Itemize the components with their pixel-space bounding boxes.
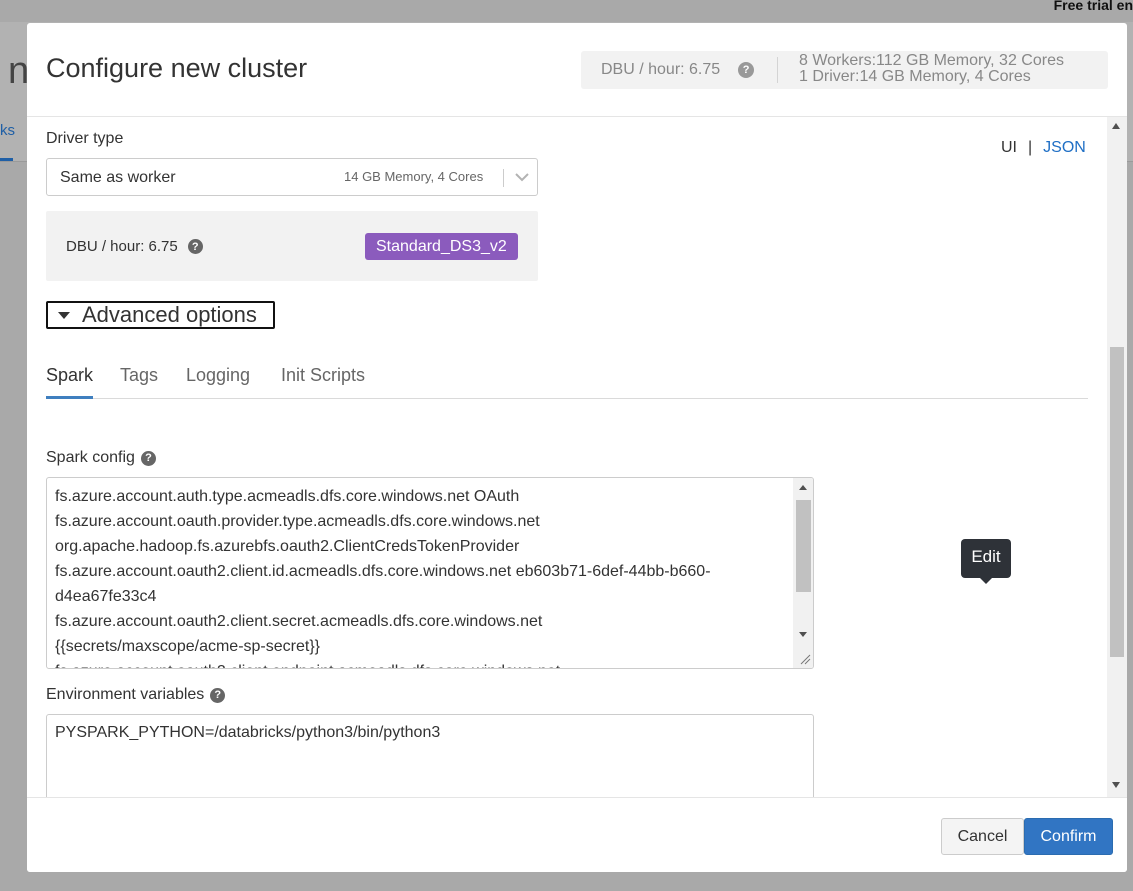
spark-config-line: fs.azure.account.oauth2.client.secret.ac… xyxy=(55,613,543,630)
summary-dbu-text: DBU / hour: 6.75 xyxy=(601,61,721,78)
chevron-down-icon[interactable] xyxy=(513,168,531,186)
background-nav-link: ks xyxy=(0,122,15,139)
spark-config-line: org.apache.hadoop.fs.azurebfs.oauth2.Cli… xyxy=(55,538,520,555)
resize-grip-icon[interactable] xyxy=(799,653,811,665)
spark-config-line: fs.azure.account.oauth.provider.type.acm… xyxy=(55,513,540,530)
help-icon[interactable]: ? xyxy=(187,239,203,254)
spark-config-line: fs.azure.account.oauth2.client.id.acmead… xyxy=(55,563,711,580)
tab-logging[interactable]: Logging xyxy=(186,365,250,399)
spark-config-textarea[interactable]: fs.azure.account.auth.type.acmeadls.dfs.… xyxy=(46,477,814,669)
modal-body: Driver type UI | JSON Same as worker 14 GB… xyxy=(27,117,1127,797)
scroll-up-icon[interactable] xyxy=(1112,123,1120,129)
tab-tags[interactable]: Tags xyxy=(120,365,158,399)
environment-variables-label-text: Environment variables xyxy=(46,686,205,703)
scroll-down-icon[interactable] xyxy=(799,632,807,637)
cluster-summary: DBU / hour: 6.75 ? 8 Workers:112 GB Memo… xyxy=(581,51,1108,89)
free-trial-banner: Free trial en xyxy=(1053,0,1133,13)
background-title-fragment: n xyxy=(8,50,30,92)
spark-config-line: fs.azure.account.auth.type.acmeadls.dfs.… xyxy=(55,488,520,505)
help-icon[interactable]: ? xyxy=(140,450,156,466)
cancel-button[interactable]: Cancel xyxy=(941,818,1024,855)
driver-dbu-text: DBU / hour: 6.75 xyxy=(66,238,178,255)
confirm-button[interactable]: Confirm xyxy=(1024,818,1113,855)
tab-init-scripts[interactable]: Init Scripts xyxy=(281,365,365,399)
view-toggle: UI | JSON xyxy=(1001,139,1086,157)
driver-type-select[interactable]: Same as worker 14 GB Memory, 4 Cores xyxy=(46,158,538,196)
edit-tooltip: Edit xyxy=(961,539,1011,584)
advanced-options-toggle[interactable]: Advanced options xyxy=(46,301,275,329)
environment-variables-label: Environment variables ? xyxy=(46,686,226,704)
tab-spark[interactable]: Spark xyxy=(46,365,94,399)
driver-type-label: Driver type xyxy=(46,130,124,147)
help-icon[interactable]: ? xyxy=(210,687,226,703)
scroll-down-icon[interactable] xyxy=(1112,782,1120,788)
modal-title: Configure new cluster xyxy=(46,53,308,83)
advanced-tabs: Spark Tags Logging Init Scripts xyxy=(46,365,1088,399)
spark-config-content: fs.azure.account.auth.type.acmeadls.dfs.… xyxy=(55,484,790,668)
scroll-up-icon[interactable] xyxy=(799,485,807,490)
environment-variables-value: PYSPARK_PYTHON=/databricks/python3/bin/p… xyxy=(55,724,441,741)
modal-footer: Cancel Confirm xyxy=(27,797,1127,872)
json-view-link[interactable]: JSON xyxy=(1043,139,1086,156)
summary-driver: 1 Driver:14 GB Memory, 4 Cores xyxy=(799,68,1031,85)
spark-config-label-text: Spark config xyxy=(46,449,135,466)
driver-type-value: Same as worker xyxy=(60,169,176,186)
background-nav-underline xyxy=(0,158,13,161)
driver-dbu: DBU / hour: 6.75 ? xyxy=(66,238,203,255)
advanced-options-label: Advanced options xyxy=(82,302,257,327)
summary-workers: 8 Workers:112 GB Memory, 32 Cores xyxy=(799,52,1064,69)
driver-dbu-panel: DBU / hour: 6.75 ? Standard_DS3_v2 xyxy=(46,211,538,281)
configure-cluster-modal: Configure new cluster DBU / hour: 6.75 ?… xyxy=(27,23,1127,872)
modal-scroll-thumb[interactable] xyxy=(1110,347,1124,657)
spark-config-label: Spark config ? xyxy=(46,449,156,467)
background-topbar: Free trial en xyxy=(0,0,1133,22)
spark-config-scroll-thumb[interactable] xyxy=(796,500,811,592)
spark-config-line: {{secrets/maxscope/acme-sp-secret}} xyxy=(55,638,321,655)
ui-view-link[interactable]: UI xyxy=(1001,139,1017,156)
modal-header: Configure new cluster DBU / hour: 6.75 ?… xyxy=(27,23,1127,117)
driver-type-hint: 14 GB Memory, 4 Cores xyxy=(344,169,484,184)
help-icon[interactable]: ? xyxy=(738,62,755,78)
summary-resources: 8 Workers:112 GB Memory, 32 Cores 1 Driv… xyxy=(799,53,1064,85)
instance-type-badge: Standard_DS3_v2 xyxy=(365,233,518,260)
environment-variables-textarea[interactable]: PYSPARK_PYTHON=/databricks/python3/bin/p… xyxy=(46,714,814,797)
summary-divider xyxy=(777,57,778,83)
summary-dbu: DBU / hour: 6.75 ? xyxy=(601,61,755,79)
spark-config-line: d4ea67fe33c4 xyxy=(55,588,157,605)
select-separator xyxy=(503,169,504,187)
spark-config-line: fs.azure.account.oauth2.client.endpoint.… xyxy=(55,659,790,668)
caret-down-icon xyxy=(58,311,70,319)
view-toggle-separator: | xyxy=(1028,139,1033,156)
